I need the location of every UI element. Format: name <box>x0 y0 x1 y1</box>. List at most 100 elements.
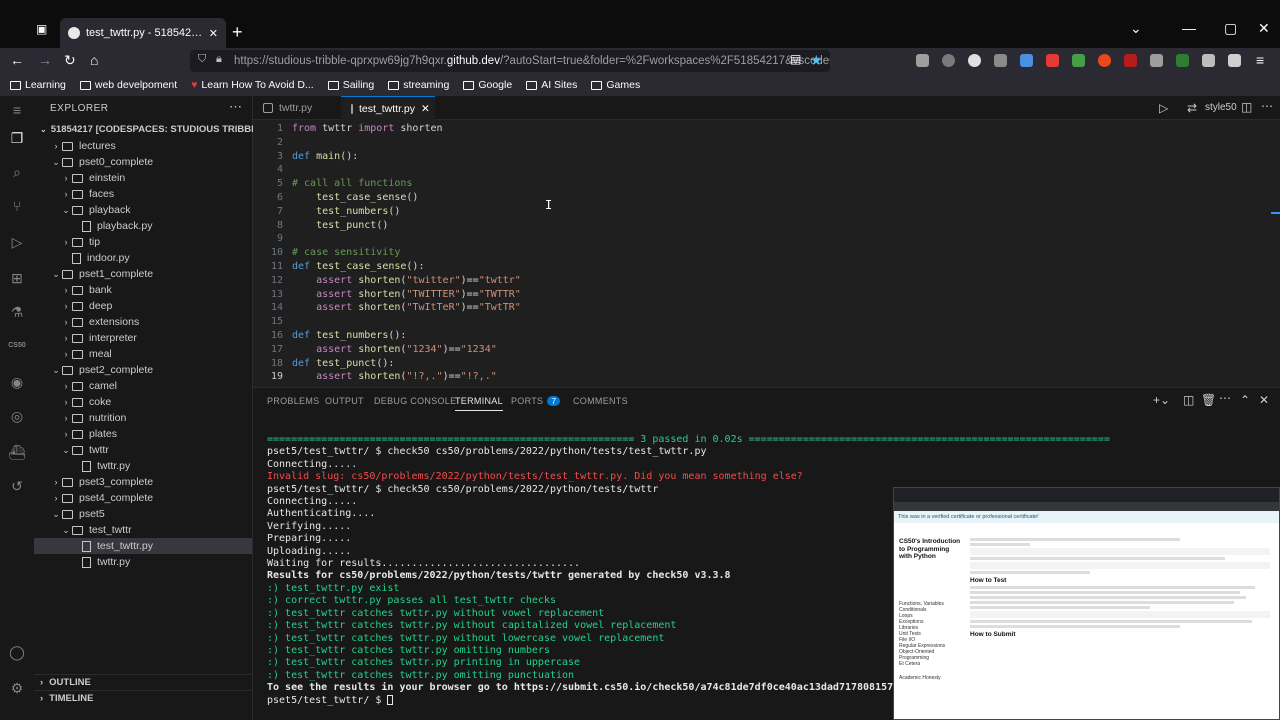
tree-folder[interactable]: ⌄ pset2_complete <box>34 362 252 378</box>
url-bar[interactable]: ⛉ 🔒︎ https://studious-tribble-qprxpw69jg… <box>190 50 830 72</box>
youtube-extension-icon[interactable] <box>1046 54 1059 67</box>
bookmark-learn-how-to-avoid[interactable]: ♥ Learn How To Avoid D... <box>191 79 314 91</box>
split-terminal-icon[interactable]: ◫ <box>1183 393 1194 407</box>
wrench-extension-icon[interactable] <box>916 54 929 67</box>
maximize-panel-icon[interactable]: ⌃ <box>1240 393 1250 407</box>
close-tab-icon[interactable]: ✕ <box>421 103 430 115</box>
reload-icon[interactable]: ↻ <box>64 52 76 69</box>
close-panel-icon[interactable]: ✕ <box>1259 393 1269 407</box>
tree-folder[interactable]: › nutrition <box>34 410 252 426</box>
ublock-extension-icon[interactable] <box>1124 54 1137 67</box>
green-extension-icon[interactable] <box>1072 54 1085 67</box>
tree-folder[interactable]: ⌄ pset1_complete <box>34 266 252 282</box>
outline-section[interactable]: › OUTLINE <box>34 674 252 690</box>
tree-folder[interactable]: › pset4_complete <box>34 490 252 506</box>
hamburger-menu-icon[interactable]: ≡ <box>8 102 26 120</box>
tree-file[interactable]: indoor.py <box>34 250 252 266</box>
blue-extension-icon[interactable] <box>1020 54 1033 67</box>
home-icon[interactable]: ⌂ <box>90 52 98 68</box>
panel-tab-debug-console[interactable]: DEBUG CONSOLE <box>374 396 456 406</box>
tree-file[interactable]: playback.py <box>34 218 252 234</box>
tree-folder[interactable]: › interpreter <box>34 330 252 346</box>
style50-button[interactable]: style50 <box>1205 102 1237 113</box>
tree-folder[interactable]: › deep <box>34 298 252 314</box>
shield-extension-icon[interactable] <box>1176 54 1189 67</box>
lock-icon[interactable]: 🔒︎ <box>216 53 222 66</box>
reader-view-icon[interactable]: ▤ <box>790 52 801 66</box>
account-extension-icon[interactable] <box>968 54 981 67</box>
minimize-icon[interactable]: — <box>1182 20 1196 36</box>
red-extension-icon[interactable] <box>1098 54 1111 67</box>
extensions-puzzle-icon[interactable] <box>1228 54 1241 67</box>
cs50-icon[interactable]: CS50 <box>8 342 26 360</box>
shield-icon[interactable]: ⛉ <box>198 53 206 66</box>
run-file-icon[interactable]: ▷ <box>1159 101 1168 115</box>
extensions-icon[interactable]: ⊞ <box>8 270 26 288</box>
bookmark-star-icon[interactable]: ★ <box>810 52 823 69</box>
tree-folder[interactable]: › pset3_complete <box>34 474 252 490</box>
search-icon[interactable]: ⌕ <box>8 164 26 182</box>
account-icon[interactable]: ◯ <box>8 644 26 662</box>
panel-tab-comments[interactable]: COMMENTS <box>573 396 628 406</box>
bookmark-streaming[interactable]: streaming <box>388 79 449 91</box>
split-editor-icon[interactable]: ◫ <box>1241 100 1252 114</box>
bookmark-games[interactable]: Games <box>591 79 640 91</box>
tree-folder[interactable]: › extensions <box>34 314 252 330</box>
code-editor[interactable]: 1 from twttr import shorten 2 3 def main(): 4… <box>253 120 1280 386</box>
panel-more-icon[interactable]: ⋯ <box>1219 391 1231 405</box>
pocket-extension-icon[interactable] <box>942 54 955 67</box>
privacy-extension-icon[interactable] <box>994 54 1007 67</box>
tree-folder[interactable]: ⌄ pset0_complete <box>34 154 252 170</box>
run-debug-icon[interactable]: ▷ <box>8 234 26 252</box>
editor-more-icon[interactable]: ⋯ <box>1261 99 1273 113</box>
testing-flask-icon[interactable]: ⚗ <box>8 304 26 322</box>
remote-icon[interactable]: ↺ <box>8 478 26 496</box>
tree-folder[interactable]: › tip <box>34 234 252 250</box>
bookmark-web-development[interactable]: web develpoment <box>79 79 177 91</box>
tree-folder[interactable]: › bank <box>34 282 252 298</box>
more-actions-icon[interactable]: ⋯ <box>229 99 242 115</box>
editor-tab-test-twttr[interactable]: test_twttr.py ✕ <box>341 96 435 120</box>
docker-icon[interactable]: ⛴ <box>8 444 26 462</box>
kill-terminal-icon[interactable]: 🗑︎ <box>1201 393 1216 407</box>
tree-folder[interactable]: › faces <box>34 186 252 202</box>
editor-tab-twttr[interactable]: twttr.py <box>253 96 339 120</box>
new-terminal-icon[interactable]: +⌄ <box>1153 393 1170 407</box>
tree-folder[interactable]: › meal <box>34 346 252 362</box>
back-icon[interactable]: ← <box>10 52 24 68</box>
close-tab-icon[interactable]: ✕ <box>209 27 218 40</box>
tree-folder[interactable]: ⌄ test_twttr <box>34 522 252 538</box>
tree-folder[interactable]: ⌄ twttr <box>34 442 252 458</box>
tree-folder[interactable]: › coke <box>34 394 252 410</box>
tree-file[interactable]: test_twttr.py <box>34 538 252 554</box>
tree-folder[interactable]: › einstein <box>34 170 252 186</box>
panel-tab-output[interactable]: OUTPUT <box>325 396 364 406</box>
bookmark-ai-sites[interactable]: AI Sites <box>526 79 577 91</box>
settings-gear-icon[interactable]: ⚙ <box>8 680 26 698</box>
tree-folder[interactable]: › camel <box>34 378 252 394</box>
source-control-icon[interactable]: ⑂ <box>8 198 26 216</box>
bookmark-sailing[interactable]: Sailing <box>327 79 374 91</box>
close-window-icon[interactable]: ✕ <box>1258 20 1270 37</box>
tree-folder[interactable]: › lectures <box>34 138 252 154</box>
ducky-icon[interactable]: ◉ <box>8 374 26 392</box>
grey-extension-icon[interactable] <box>1150 54 1163 67</box>
tree-folder[interactable]: ⌄ playback <box>34 202 252 218</box>
tab-list-icon[interactable]: ⌄ <box>1130 20 1142 37</box>
maximize-icon[interactable]: ▢ <box>1224 20 1237 37</box>
tree-file[interactable]: twttr.py <box>34 554 252 570</box>
bookmark-google[interactable]: Google <box>463 79 512 91</box>
explorer-files-icon[interactable]: ❐ <box>8 130 26 148</box>
tree-file[interactable]: twttr.py <box>34 458 252 474</box>
tab-overview-icon[interactable]: ▣ <box>36 22 47 36</box>
workspace-root[interactable]: ⌄ 51854217 [CODESPACES: STUDIOUS TRIBBLE] <box>40 124 266 135</box>
panel-tab-ports[interactable]: PORTS 7 <box>511 396 561 406</box>
pip-browser-overlay[interactable]: This was in a verified certificate or pr… <box>893 487 1280 720</box>
tree-folder[interactable]: › plates <box>34 426 252 442</box>
browser-tab-active[interactable]: test_twttr.py - 51854217 [Codes ✕ <box>60 18 226 48</box>
compare-icon[interactable]: ⇄ <box>1187 101 1197 115</box>
menu-icon[interactable]: ≡ <box>1256 52 1264 68</box>
new-tab-icon[interactable]: + <box>232 22 243 43</box>
panel-tab-problems[interactable]: PROBLEMS <box>267 396 319 406</box>
timeline-section[interactable]: › TIMELINE <box>34 690 252 706</box>
